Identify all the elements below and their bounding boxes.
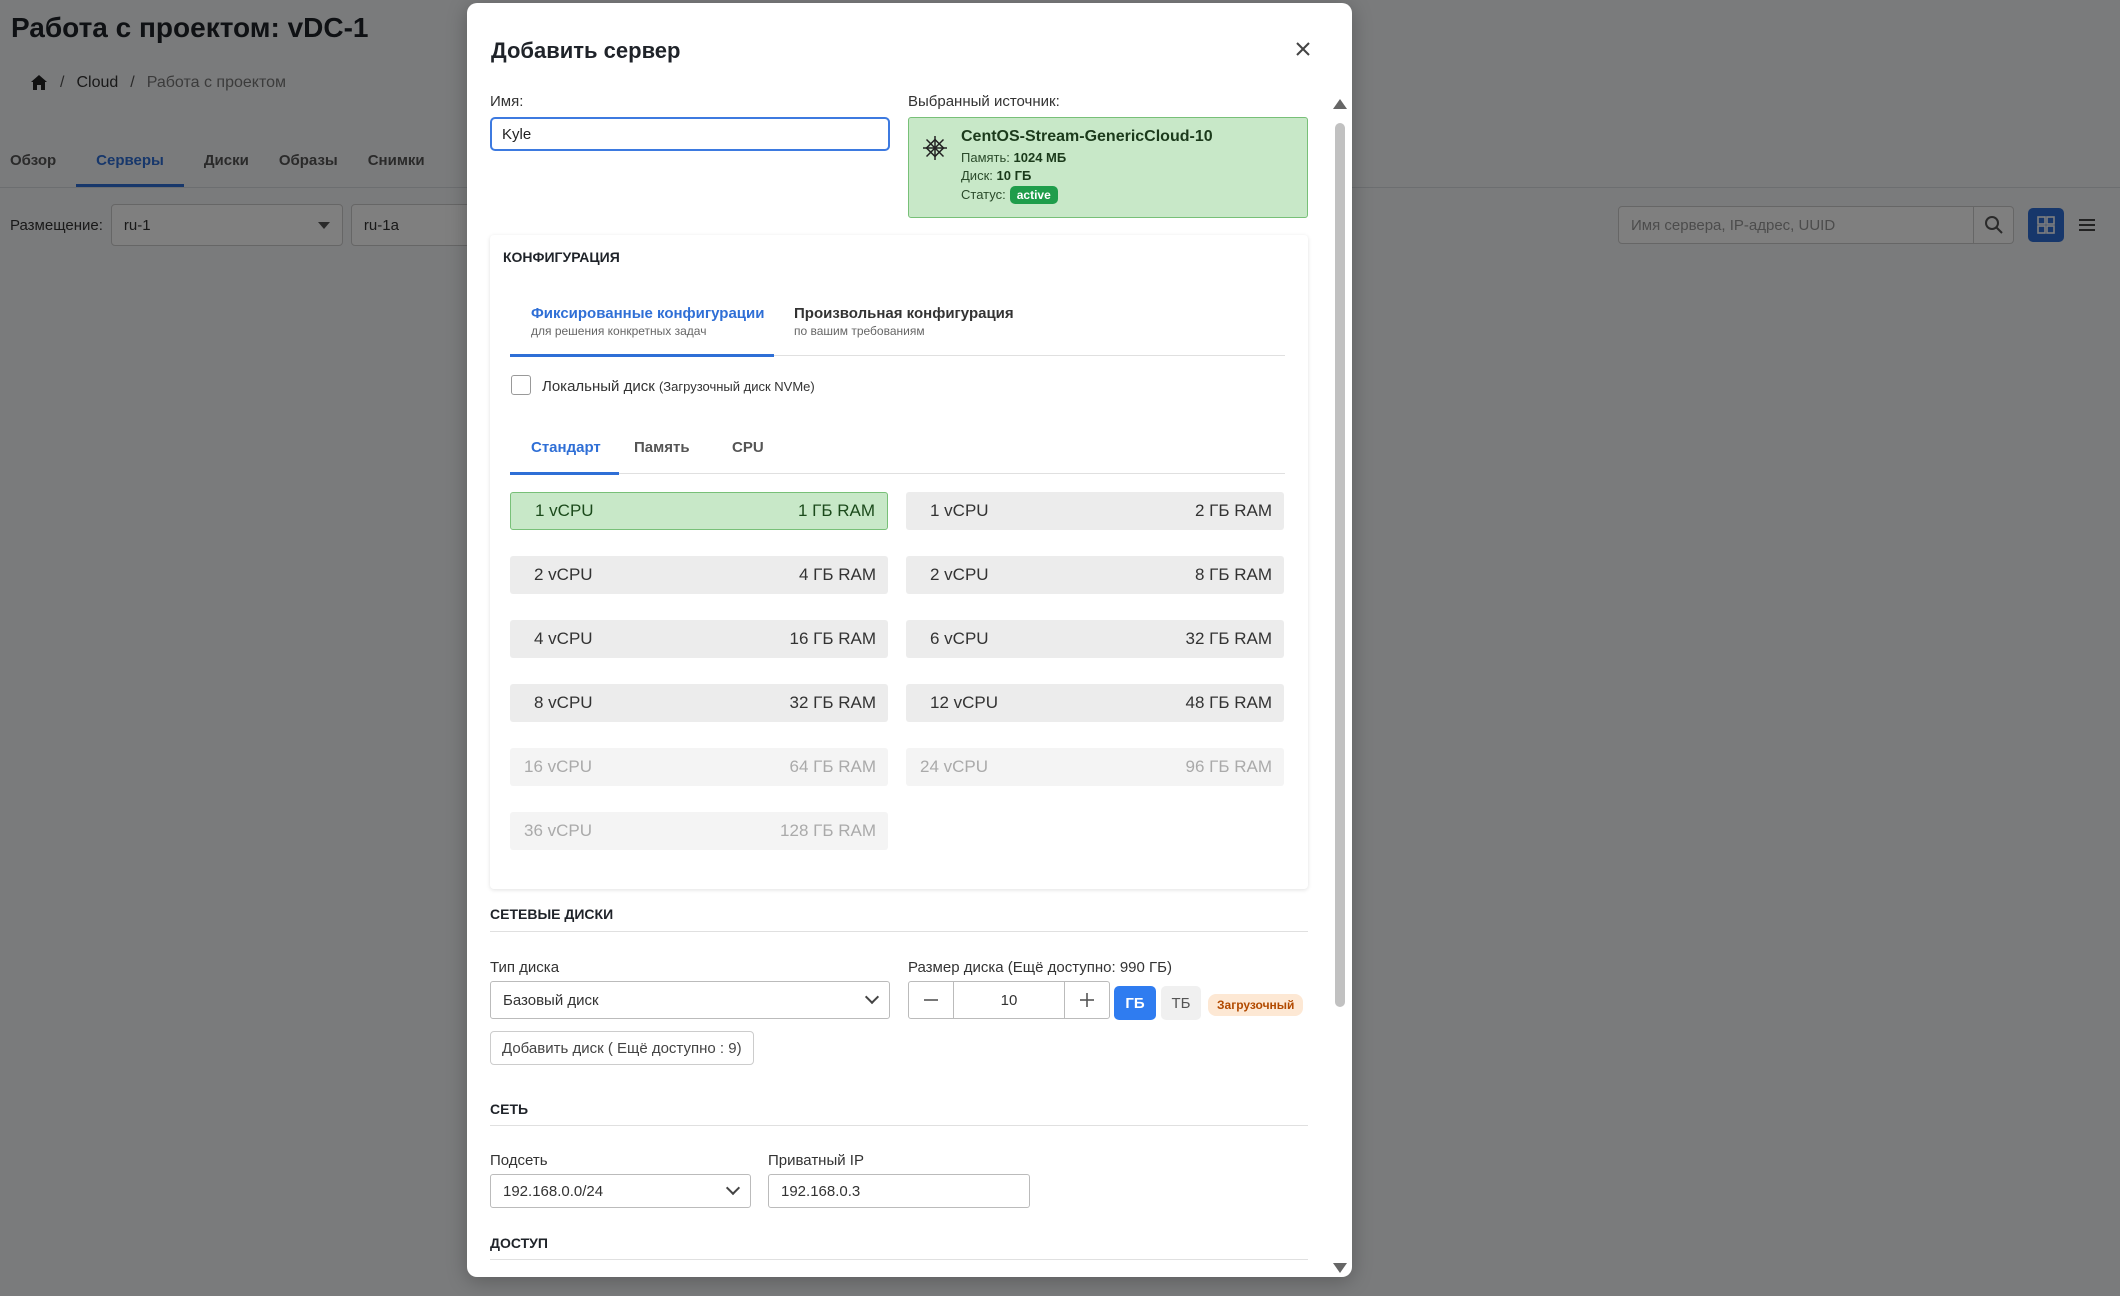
subnet-select[interactable]: 192.168.0.0/24 bbox=[490, 1174, 751, 1208]
private-ip-input[interactable]: 192.168.0.3 bbox=[768, 1174, 1030, 1208]
server-name-input[interactable] bbox=[490, 117, 890, 151]
chevron-down-icon bbox=[725, 1180, 741, 1196]
scroll-up-arrow[interactable] bbox=[1333, 99, 1347, 109]
scroll-down-arrow[interactable] bbox=[1333, 1263, 1347, 1273]
preset-16vcpu-64gb: 16 vCPU 64 ГБ RAM bbox=[510, 748, 888, 786]
chevron-down-icon bbox=[864, 989, 880, 1005]
subnet-label: Подсеть bbox=[490, 1152, 548, 1169]
preset-8vcpu-32gb[interactable]: 8 vCPU 32 ГБ RAM bbox=[510, 684, 888, 722]
preset-2vcpu-4gb[interactable]: 2 vCPU 4 ГБ RAM bbox=[510, 556, 888, 594]
status-badge: active bbox=[1009, 186, 1058, 204]
preset-6vcpu-32gb[interactable]: 6 vCPU 32 ГБ RAM bbox=[906, 620, 1284, 658]
local-disk-checkbox[interactable] bbox=[511, 375, 531, 395]
preset-1vcpu-1gb[interactable]: 1 vCPU 1 ГБ RAM bbox=[510, 492, 888, 530]
local-disk-label: Локальный диск (Загрузочный диск NVMe) bbox=[542, 378, 815, 395]
disk-size-label: Размер диска (Ещё доступно: 990 ГБ) bbox=[908, 959, 1172, 976]
subtab-memory[interactable]: Память bbox=[634, 439, 690, 456]
scrollbar-thumb[interactable] bbox=[1335, 123, 1345, 1007]
source-status: Статус: active bbox=[961, 186, 1058, 204]
network-disks-heading: СЕТЕВЫЕ ДИСКИ bbox=[490, 906, 614, 922]
decrement-button[interactable] bbox=[909, 982, 953, 1018]
disk-size-stepper: 10 bbox=[908, 981, 1110, 1019]
centos-logo-icon bbox=[923, 136, 947, 160]
preset-36vcpu-128gb: 36 vCPU 128 ГБ RAM bbox=[510, 812, 888, 850]
boot-badge: Загрузочный bbox=[1208, 994, 1304, 1016]
preset-2vcpu-8gb[interactable]: 2 vCPU 8 ГБ RAM bbox=[906, 556, 1284, 594]
configuration-section: КОНФИГУРАЦИЯ Фиксированные конфигурации … bbox=[490, 235, 1308, 889]
unit-gb-button[interactable]: ГБ bbox=[1114, 986, 1156, 1020]
selected-source-card: CentOS-Stream-GenericCloud-10 Память: 10… bbox=[908, 117, 1308, 218]
source-memory: Память: 1024 МБ bbox=[961, 150, 1067, 165]
preset-24vcpu-96gb: 24 vCPU 96 ГБ RAM bbox=[906, 748, 1284, 786]
plus-icon bbox=[1080, 993, 1094, 1007]
source-label: Выбранный источник: bbox=[908, 93, 1060, 110]
network-heading: СЕТЬ bbox=[490, 1101, 529, 1117]
add-server-dialog: Добавить сервер Имя: Выбранный источник:… bbox=[467, 3, 1352, 1277]
dialog-title: Добавить сервер bbox=[491, 38, 681, 63]
source-disk: Диск: 10 ГБ bbox=[961, 168, 1032, 183]
increment-button[interactable] bbox=[1065, 982, 1109, 1018]
close-icon bbox=[1296, 42, 1310, 56]
disk-type-label: Тип диска bbox=[490, 959, 560, 976]
tab-custom-config[interactable]: Произвольная конфигурация по вашим требо… bbox=[794, 305, 1014, 338]
tab-fixed-config[interactable]: Фиксированные конфигурации для решения к… bbox=[531, 305, 764, 338]
subtab-cpu[interactable]: CPU bbox=[732, 439, 764, 456]
preset-4vcpu-16gb[interactable]: 4 vCPU 16 ГБ RAM bbox=[510, 620, 888, 658]
minus-icon bbox=[924, 999, 938, 1001]
private-ip-label: Приватный IP bbox=[768, 1152, 864, 1169]
subtab-standard[interactable]: Стандарт bbox=[531, 439, 601, 456]
unit-tb-button[interactable]: ТБ bbox=[1161, 986, 1201, 1020]
configuration-heading: КОНФИГУРАЦИЯ bbox=[503, 249, 620, 265]
disk-type-select[interactable]: Базовый диск bbox=[490, 981, 890, 1019]
access-heading: ДОСТУП bbox=[490, 1235, 548, 1251]
disk-size-input[interactable]: 10 bbox=[953, 982, 1065, 1018]
source-name: CentOS-Stream-GenericCloud-10 bbox=[961, 128, 1213, 145]
add-disk-button[interactable]: Добавить диск ( Ещё доступно : 9) bbox=[490, 1031, 754, 1065]
close-button[interactable] bbox=[1291, 37, 1315, 61]
name-label: Имя: bbox=[490, 93, 524, 110]
preset-12vcpu-48gb[interactable]: 12 vCPU 48 ГБ RAM bbox=[906, 684, 1284, 722]
preset-1vcpu-2gb[interactable]: 1 vCPU 2 ГБ RAM bbox=[906, 492, 1284, 530]
